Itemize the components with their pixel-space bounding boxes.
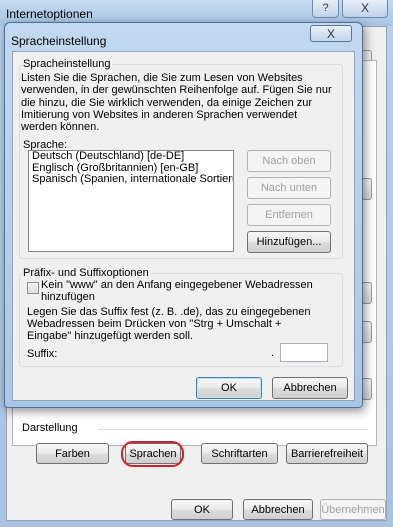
colors-button[interactable]: Farben	[36, 443, 109, 464]
languages-highlight-ring	[121, 441, 184, 467]
remove-button[interactable]: Entfernen	[247, 204, 331, 226]
suffix-input[interactable]	[280, 343, 328, 362]
darstellung-divider	[98, 429, 368, 430]
language-group-legend: Spracheinstellung	[21, 58, 113, 70]
outer-cancel-button[interactable]: Abbrechen	[243, 499, 313, 520]
dialog-close-button[interactable]: X	[310, 25, 352, 42]
accessibility-button[interactable]: Barrierefreiheit	[286, 443, 368, 464]
language-item[interactable]: Spanisch (Spanien, internationale Sortie…	[29, 173, 233, 186]
no-www-checkbox[interactable]	[27, 282, 39, 294]
suffix-description: Legen Sie das Suffix fest (z. B. .de), d…	[27, 306, 311, 342]
add-language-button[interactable]: Hinzufügen...	[247, 231, 331, 253]
no-www-checkbox-label[interactable]: Kein "www" an den Anfang eingegebener We…	[41, 279, 331, 303]
outer-ok-button[interactable]: OK	[171, 499, 233, 520]
dialog-ok-button[interactable]: OK	[196, 377, 262, 399]
move-up-button[interactable]: Nach oben	[247, 150, 331, 172]
outer-window-title: Internetoptionen	[6, 7, 93, 21]
outer-help-button[interactable]: ?	[312, 0, 339, 18]
darstellung-label: Darstellung	[22, 422, 82, 434]
move-down-button[interactable]: Nach unten	[247, 177, 331, 199]
language-item[interactable]: Deutsch (Deutschland) [de-DE]	[29, 151, 233, 163]
suffix-label: Suffix:	[27, 348, 58, 360]
dialog-title: Spracheinstellung	[11, 34, 107, 48]
suffix-dot: .	[271, 347, 275, 359]
dialog-cancel-button[interactable]: Abbrechen	[272, 377, 348, 399]
outer-apply-button[interactable]: Übernehmen	[320, 499, 386, 520]
language-list[interactable]: Deutsch (Deutschland) [de-DE] Englisch (…	[28, 150, 234, 252]
fonts-button[interactable]: Schriftarten	[201, 443, 278, 464]
outer-close-button[interactable]: X	[342, 0, 388, 18]
suffix-group-legend: Präfix- und Suffixoptionen	[21, 267, 151, 279]
language-intro-text: Listen Sie die Sprachen, die Sie zum Les…	[21, 72, 332, 134]
